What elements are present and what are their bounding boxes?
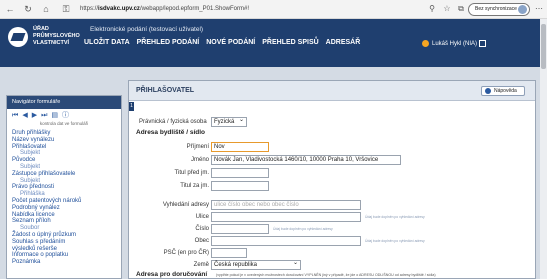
title-after-label: Titul za jm. xyxy=(180,183,209,189)
next-icon[interactable]: ▶ xyxy=(32,112,37,121)
user-info[interactable]: Lukáš Hykl (NIA) xyxy=(422,40,487,47)
collections-icon[interactable]: ⧉ xyxy=(455,3,467,15)
info-icon[interactable]: ⓘ xyxy=(62,112,69,121)
zip-input[interactable] xyxy=(211,248,247,258)
number-hint: Údaj bude doplněn po vyhledání adresy xyxy=(273,227,333,231)
nav-new-submission[interactable]: NOVÉ PODÁNÍ xyxy=(206,39,255,46)
profile-avatar xyxy=(518,5,527,14)
nav-item[interactable]: Nabídka licence xyxy=(12,212,121,219)
nav-item[interactable]: Počet patentových nároků xyxy=(12,198,121,205)
help-icon xyxy=(485,88,491,94)
nav-submissions[interactable]: PŘEHLED PODÁNÍ xyxy=(137,39,200,46)
more-icon[interactable]: ⋯ xyxy=(533,3,545,15)
sync-button[interactable]: Bez synchronizace xyxy=(468,3,530,16)
back-icon[interactable]: ← xyxy=(4,3,16,15)
country-select[interactable]: Česká republika xyxy=(211,259,301,270)
person-type-select[interactable]: Fyzická xyxy=(211,116,247,127)
nav-item[interactable]: Zástupce přihlašovatele xyxy=(12,171,121,178)
surname-label: Příjmení xyxy=(186,144,209,150)
zip-label: PSČ (en pro ČR) xyxy=(163,250,209,256)
street-label: Ulice xyxy=(195,214,209,220)
form-navigator: Navigátor formuláře ⏮ ◀ ▶ ⏭ ▤ ⓘ kontrola… xyxy=(6,95,122,279)
name-label: Jméno xyxy=(190,157,209,163)
street-input[interactable] xyxy=(211,212,361,222)
favorite-icon[interactable]: ☆ xyxy=(441,3,453,15)
nav-subitem[interactable]: Subjekt xyxy=(12,164,121,171)
title-after-input[interactable] xyxy=(211,181,269,191)
title-before-input[interactable] xyxy=(211,168,269,178)
nav-subitem[interactable]: Subjekt xyxy=(12,178,121,185)
address-bar[interactable]: https://isdvakc.upv.cz/webapp/lepod.epfo… xyxy=(80,3,420,16)
prev-icon[interactable]: ◀ xyxy=(22,112,27,121)
section-marker: 1 xyxy=(129,102,134,111)
search-address-input[interactable]: ulice číslo obec nebo obec číslo xyxy=(211,200,361,210)
search-address-label: Vyhledání adresy xyxy=(162,202,209,208)
panel-title: PŘIHLAŠOVATEL xyxy=(136,87,195,94)
nav-item[interactable]: Původce xyxy=(12,157,121,164)
browser-toolbar: ← ↻ ⌂ ⚿ https://isdvakc.upv.cz/webapp/le… xyxy=(0,0,547,19)
nav-subitem[interactable]: Soubor xyxy=(12,225,121,232)
city-hint: Údaj bude doplněn po vyhledání adresy xyxy=(365,239,425,243)
navigator-tools: ⏮ ◀ ▶ ⏭ ▤ ⓘ xyxy=(7,109,121,121)
delivery-section-title: Adresa pro doručování xyxy=(136,271,208,278)
nav-files[interactable]: PŘEHLED SPISŮ xyxy=(262,39,318,46)
nav-save-data[interactable]: ULOŽIT DATA xyxy=(84,39,130,46)
country-label: Země xyxy=(193,262,209,268)
upv-logo-icon xyxy=(8,27,28,47)
lock-icon: ⚿ xyxy=(62,4,70,14)
navigator-list: Druh přihlášky Název vynálezu Přihlašova… xyxy=(7,130,121,266)
person-type-label: Právnická / fyzická osoba xyxy=(139,119,207,125)
nav-item[interactable]: Druh přihlášky xyxy=(12,130,121,137)
nav-item[interactable]: Souhlas s předáním xyxy=(12,239,121,246)
nav-item[interactable]: Poznámka xyxy=(12,259,121,266)
nav-item[interactable]: Podrobný vynález xyxy=(12,205,121,212)
scrollbar-thumb[interactable] xyxy=(541,24,546,69)
check-icon[interactable]: ▤ xyxy=(51,112,58,121)
street-hint: Údaj bude doplněn po vyhledání adresy xyxy=(365,215,425,219)
main-nav: ULOŽIT DATA PŘEHLED PODÁNÍ NOVÉ PODÁNÍ P… xyxy=(84,39,360,46)
nav-address-book[interactable]: ADRESÁŘ xyxy=(326,39,361,46)
refresh-icon[interactable]: ↻ xyxy=(22,3,34,15)
nav-item[interactable]: Seznam příloh xyxy=(12,218,121,225)
panel-header: PŘIHLAŠOVATEL Nápověda xyxy=(129,81,535,101)
nav-item[interactable]: Právo přednosti xyxy=(12,184,121,191)
page-scrollbar[interactable] xyxy=(540,19,547,279)
nav-item[interactable]: Žádost o úplný průzkum xyxy=(12,232,121,239)
last-icon[interactable]: ⏭ xyxy=(41,112,47,121)
navigator-title: Navigátor formuláře xyxy=(7,96,121,109)
zoom-icon[interactable]: ⚲ xyxy=(426,3,438,15)
app-title: Elektronické podání (testovací uživatel) xyxy=(90,26,204,33)
title-before-label: Titul před jm. xyxy=(174,170,209,176)
logo-text: ÚŘAD PRŮMYSLOVÉHO VLASTNICTVÍ xyxy=(33,26,80,46)
logout-icon[interactable] xyxy=(479,40,487,47)
help-button[interactable]: Nápověda xyxy=(481,86,525,96)
address-section-title: Adresa bydliště / sídlo xyxy=(136,129,205,136)
nav-item[interactable]: Informace o poplatku xyxy=(12,252,121,259)
home-icon[interactable]: ⌂ xyxy=(40,3,52,15)
surname-input[interactable]: Nov xyxy=(211,142,269,152)
number-input[interactable] xyxy=(211,224,269,234)
name-input[interactable]: Novák Jan, Vladivostocká 1460/10, 10000 … xyxy=(211,155,401,165)
applicant-panel: PŘIHLAŠOVATEL Nápověda 1 Právnická / fyz… xyxy=(128,80,536,279)
navigator-subtitle: kontrola dat ve formuláři xyxy=(39,121,89,126)
nav-item[interactable]: Přihlašovatel xyxy=(12,144,121,151)
delivery-note: (vyplňte pokud je v uvedených možnostech… xyxy=(216,273,436,277)
user-icon xyxy=(422,40,429,47)
first-icon[interactable]: ⏮ xyxy=(12,112,18,121)
city-input[interactable] xyxy=(211,236,361,246)
nav-subitem[interactable]: Přihláška xyxy=(12,191,121,198)
nav-item[interactable]: Název vynálezu xyxy=(12,137,121,144)
city-label: Obec xyxy=(194,238,209,244)
nav-item[interactable]: výsledků rešerše xyxy=(12,246,121,253)
number-label: Číslo xyxy=(195,226,209,232)
